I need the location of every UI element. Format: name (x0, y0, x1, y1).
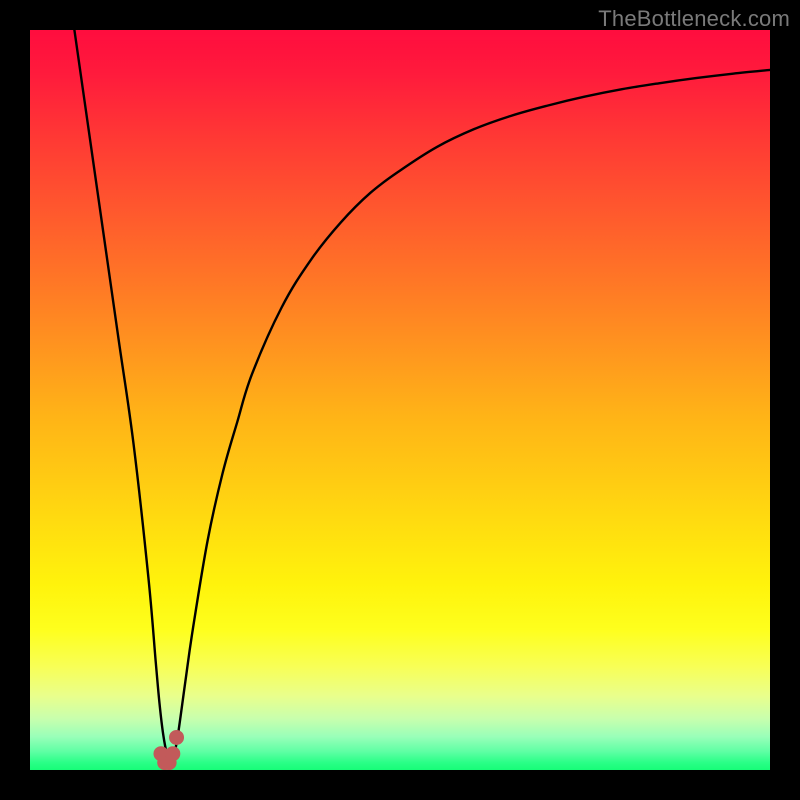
chart-frame: TheBottleneck.com (0, 0, 800, 800)
plot-area (30, 30, 770, 770)
bottleneck-curve (74, 30, 770, 761)
chart-svg (30, 30, 770, 770)
minimum-marker (165, 746, 180, 761)
minimum-marker (169, 730, 184, 745)
minimum-markers (153, 730, 184, 770)
watermark-text: TheBottleneck.com (598, 6, 790, 32)
